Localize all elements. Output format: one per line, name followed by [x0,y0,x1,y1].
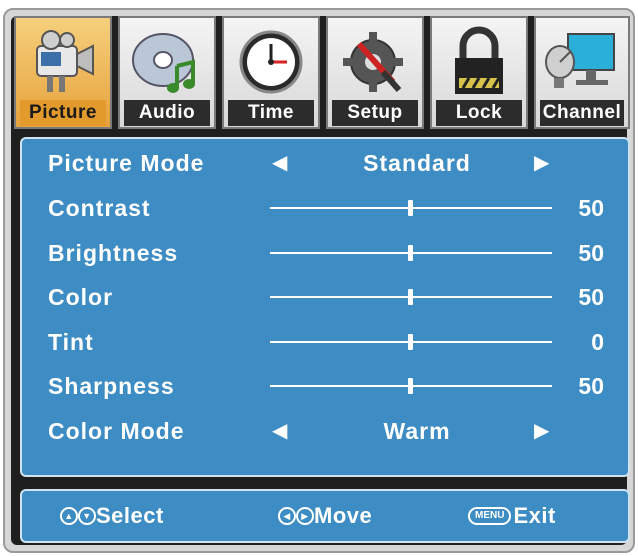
right-arrow-icon: ▶ [296,507,314,525]
picture-settings-panel: Picture Mode ◀ Standard ▶ Contrast 50 Br… [20,137,630,477]
satellite-monitor-icon [536,24,628,100]
tab-setup[interactable]: Setup [326,16,424,129]
down-arrow-icon: ▼ [78,507,96,525]
tab-time[interactable]: Time [222,16,320,129]
move-hint: ◀ ▶ Move [278,491,372,541]
contrast-label: Contrast [48,195,151,221]
brightness-slider-thumb[interactable] [408,245,413,261]
tint-slider-thumb[interactable] [408,334,413,350]
exit-hint-label: Exit [513,503,556,528]
color-mode-value: Warm [383,418,451,444]
tint-value: 0 [591,329,604,355]
tab-label: Setup [332,100,418,126]
camera-icon [16,24,110,100]
brightness-value: 50 [578,240,604,266]
gear-wrench-icon [328,24,422,100]
color-mode-label: Color Mode [48,418,185,444]
tab-bar: Picture Audio Time Setup Lock Channel [14,16,634,129]
select-hint-label: Select [96,503,164,528]
tab-label: Time [228,100,314,126]
color-value: 50 [578,284,604,310]
brightness-label: Brightness [48,240,179,266]
move-hint-label: Move [314,503,373,528]
select-hint: ▲ ▼ Select [60,491,164,541]
picture-mode-label: Picture Mode [48,150,205,176]
sharpness-row[interactable]: Sharpness 50 [22,368,628,404]
tab-channel[interactable]: Channel [534,16,630,129]
color-slider-thumb[interactable] [408,289,413,305]
contrast-slider-thumb[interactable] [408,200,413,216]
tab-label: Channel [540,100,624,126]
tab-label: Audio [124,100,210,126]
clock-icon [224,24,318,100]
brightness-row[interactable]: Brightness 50 [22,235,628,271]
footer-hints: ▲ ▼ Select ◀ ▶ Move MENU Exit [20,489,630,543]
arrow-left-icon[interactable]: ◀ [272,413,287,449]
padlock-icon [432,24,526,100]
exit-hint: MENU Exit [468,491,556,541]
tint-label: Tint [48,329,94,355]
menu-key-icon: MENU [468,507,512,525]
picture-mode-row[interactable]: Picture Mode ◀ Standard ▶ [22,145,628,181]
color-label: Color [48,284,114,310]
sharpness-slider-thumb[interactable] [408,378,413,394]
sharpness-value: 50 [578,373,604,399]
contrast-value: 50 [578,195,604,221]
tab-label: Picture [20,100,106,126]
arrow-right-icon[interactable]: ▶ [534,145,549,181]
color-mode-row[interactable]: Color Mode ◀ Warm ▶ [22,413,628,449]
arrow-left-icon[interactable]: ◀ [272,145,287,181]
tab-picture[interactable]: Picture [14,16,112,129]
music-disc-icon [120,24,214,100]
tab-lock[interactable]: Lock [430,16,528,129]
color-row[interactable]: Color 50 [22,279,628,315]
contrast-row[interactable]: Contrast 50 [22,190,628,226]
arrow-right-icon[interactable]: ▶ [534,413,549,449]
sharpness-label: Sharpness [48,373,175,399]
picture-mode-value: Standard [363,150,471,176]
left-arrow-icon: ◀ [278,507,296,525]
tab-label: Lock [436,100,522,126]
tint-row[interactable]: Tint 0 [22,324,628,360]
tab-audio[interactable]: Audio [118,16,216,129]
up-arrow-icon: ▲ [60,507,78,525]
